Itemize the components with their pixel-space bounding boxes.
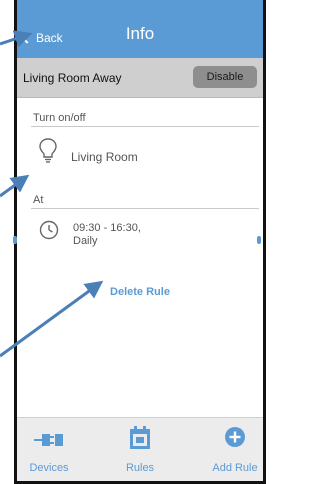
- tab-rules[interactable]: Rules: [108, 418, 172, 481]
- divider: [31, 208, 259, 209]
- plus-circle-icon: [224, 426, 246, 453]
- schedule-repeat[interactable]: Daily: [73, 235, 97, 247]
- phone-frame: Back Info Living Room Away Disable Turn …: [14, 0, 266, 484]
- lightbulb-icon: [39, 138, 57, 169]
- calendar-icon: [129, 426, 151, 455]
- nav-bar: Back Info: [17, 0, 263, 58]
- tab-bar: Devices Rules Add Rule: [17, 417, 263, 481]
- rule-name: Living Room Away: [23, 71, 122, 85]
- at-label: At: [33, 194, 44, 206]
- clock-icon: [39, 220, 59, 245]
- tab-add-rule[interactable]: Add Rule: [203, 418, 263, 481]
- disable-button[interactable]: Disable: [193, 66, 257, 88]
- tab-rules-label: Rules: [125, 462, 155, 474]
- edge-marker: [13, 236, 17, 244]
- rule-details: Turn on/off Living Room At 09:30 - 16:30…: [21, 98, 259, 408]
- edge-marker: [257, 236, 261, 244]
- plug-icon: [34, 426, 64, 455]
- schedule-time[interactable]: 09:30 - 16:30,: [73, 222, 141, 234]
- tab-add-rule-label: Add Rule: [212, 462, 258, 474]
- device-name[interactable]: Living Room: [71, 150, 138, 164]
- tab-devices[interactable]: Devices: [17, 418, 81, 481]
- tab-devices-label: Devices: [29, 462, 69, 474]
- delete-rule-button[interactable]: Delete Rule: [21, 286, 259, 298]
- turn-on-off-label: Turn on/off: [33, 112, 86, 124]
- page-title: Info: [125, 24, 155, 43]
- divider: [31, 126, 259, 127]
- rule-header: Living Room Away Disable: [17, 58, 263, 98]
